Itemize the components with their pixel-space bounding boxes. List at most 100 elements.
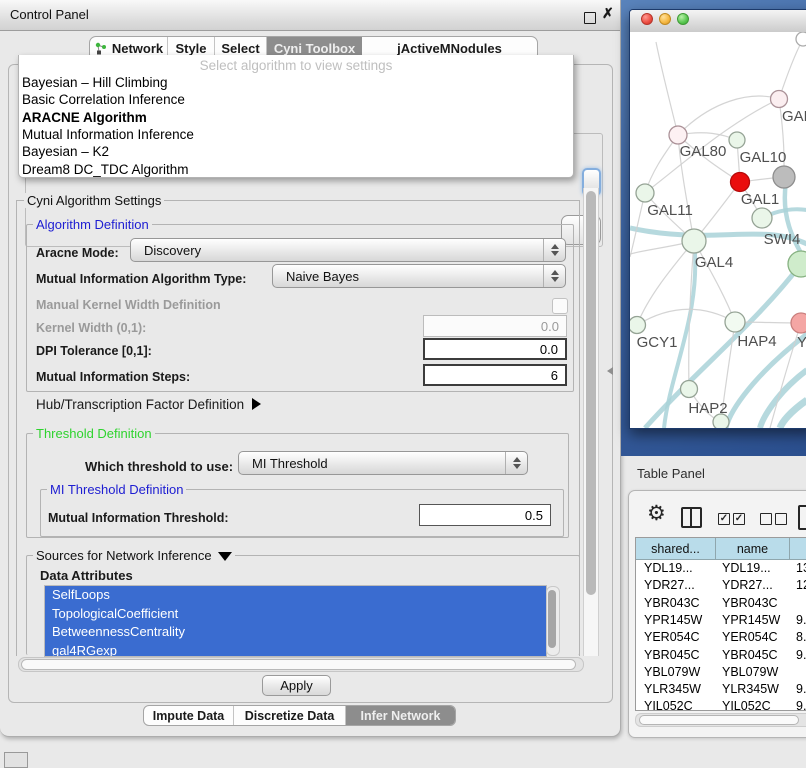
close-icon[interactable]: ✗ <box>602 5 614 22</box>
network-node-y[interactable] <box>791 313 806 333</box>
column-header-name[interactable]: name <box>716 538 790 560</box>
panel-splitter-arrow-icon[interactable] <box>607 367 613 375</box>
mi-type-select[interactable]: Naive Bayes <box>272 264 566 288</box>
network-canvas[interactable]: GALGAL80GAL10GAL1GAL11SWI4GAL4GCY1HAP4YH… <box>630 32 806 428</box>
bottom-tabs: Impute DataDiscretize DataInfer Network <box>143 705 456 726</box>
unchecked-boxes-icon[interactable] <box>760 513 786 525</box>
gear-icon[interactable]: ⚙ <box>647 501 666 526</box>
document-icon[interactable] <box>798 505 806 530</box>
node-label: GAL <box>782 108 806 125</box>
network-node-gal[interactable] <box>771 91 788 108</box>
column-header-shared[interactable]: shared... <box>636 538 716 560</box>
network-node-gal11[interactable] <box>636 184 654 202</box>
tab-discretize-data[interactable]: Discretize Data <box>234 706 346 725</box>
network-node-gal80[interactable] <box>669 126 687 144</box>
algorithm-option[interactable]: Dream8 DC_TDC Algorithm <box>22 161 562 178</box>
table-cell: 12 <box>796 578 806 592</box>
network-window-titlebar[interactable] <box>630 10 806 33</box>
float-window-icon[interactable] <box>584 12 596 24</box>
attribute-list-item[interactable]: gal4RGexp <box>45 642 546 658</box>
settings-horizontal-scrollbar[interactable] <box>18 657 584 672</box>
node-attribute-table[interactable]: shared...name YDL19...YDL19...13YDR27...… <box>635 537 806 711</box>
minimize-traffic-light[interactable] <box>659 13 671 25</box>
dpi-tolerance-field[interactable]: 0.0 <box>423 338 567 360</box>
algorithm-option[interactable]: Bayesian – Hill Climbing <box>22 74 562 91</box>
settings-vertical-scrollbar-thumb[interactable] <box>586 191 596 595</box>
hub-definition-toggle[interactable]: Hub/Transcription Factor Definition <box>36 397 261 412</box>
hub-definition-label: Hub/Transcription Factor Definition <box>36 397 244 412</box>
node-label: GAL11 <box>647 202 693 219</box>
aracne-mode-select[interactable]: Discovery <box>130 238 566 262</box>
which-threshold-select[interactable]: MI Threshold <box>238 451 528 475</box>
kernel-width-field[interactable]: 0.0 <box>423 315 567 337</box>
table-row[interactable]: YBL079WYBL079W <box>636 664 806 681</box>
table-body[interactable]: YDL19...YDL19...13YDR27...YDR27...12YBR0… <box>636 560 806 710</box>
column-header[interactable] <box>790 538 806 560</box>
table-horizontal-scrollbar-thumb[interactable] <box>639 715 799 725</box>
mi-steps-field[interactable]: 6 <box>423 364 567 386</box>
network-node[interactable] <box>796 32 806 46</box>
manual-kernel-checkbox[interactable] <box>552 298 568 314</box>
table-cell: YBR045C <box>722 648 778 662</box>
table-header-row[interactable]: shared...name <box>636 538 806 560</box>
network-node-gal10[interactable] <box>729 132 745 148</box>
network-node[interactable] <box>773 166 795 188</box>
tab-label: Network <box>112 41 163 56</box>
checked-boxes-icon[interactable]: ✓✓ <box>718 513 744 525</box>
sources-title-text: Sources for Network Inference <box>36 548 212 563</box>
network-edge <box>645 135 678 193</box>
stepper-arrows-icon[interactable] <box>505 452 527 474</box>
table-row[interactable]: YDR27...YDR27...12 <box>636 577 806 594</box>
attribute-list-item[interactable]: TopologicalCoefficient <box>45 605 546 624</box>
settings-horizontal-scrollbar-thumb[interactable] <box>21 659 576 670</box>
network-node-swi4[interactable] <box>752 208 772 228</box>
network-node-hap4[interactable] <box>725 312 745 332</box>
table-row[interactable]: YIL052CYIL052C9. <box>636 698 806 710</box>
close-traffic-light[interactable] <box>641 13 653 25</box>
node-label: HAP2 <box>688 400 727 417</box>
mi-type-label: Mutual Information Algorithm Type: <box>36 272 246 286</box>
stepper-arrows-icon[interactable] <box>543 239 565 261</box>
attribute-list-item[interactable]: BetweennessCentrality <box>45 623 546 642</box>
attribute-list-item[interactable]: SelfLoops <box>45 586 546 605</box>
network-node-gal4[interactable] <box>682 229 706 253</box>
table-row[interactable]: YDL19...YDL19...13 <box>636 560 806 577</box>
table-row[interactable]: YBR045CYBR045C9. <box>636 647 806 664</box>
table-horizontal-scrollbar[interactable] <box>635 713 806 727</box>
network-node-hap2[interactable] <box>681 381 698 398</box>
tab-infer-network[interactable]: Infer Network <box>346 706 455 725</box>
table-cell: YLR345W <box>644 682 701 696</box>
control-panel-titlebar[interactable]: Control Panel ✗ <box>0 0 620 31</box>
stepper-arrows-icon[interactable] <box>543 265 565 287</box>
bottom-left-partial-button[interactable] <box>4 752 28 768</box>
threshold-definition-title: Threshold Definition <box>33 426 155 441</box>
attributes-scrollbar-thumb[interactable] <box>548 590 556 648</box>
network-node-gal1[interactable] <box>731 173 750 192</box>
algorithm-dropdown-placeholder: Select algorithm to view settings <box>19 58 573 73</box>
zoom-traffic-light[interactable] <box>677 13 689 25</box>
tab-impute-data[interactable]: Impute Data <box>144 706 234 725</box>
algorithm-definition-title: Algorithm Definition <box>33 217 152 232</box>
algorithm-option[interactable]: Bayesian – K2 <box>22 143 562 160</box>
table-cell: 9. <box>796 613 806 627</box>
sources-group-title[interactable]: Sources for Network Inference <box>33 548 235 563</box>
network-icon <box>94 42 107 55</box>
attributes-scrollbar[interactable] <box>546 586 560 656</box>
table-row[interactable]: YLR345WYLR345W9. <box>636 681 806 698</box>
algorithm-option[interactable]: ARACNE Algorithm <box>22 109 562 126</box>
algorithm-option[interactable]: Basic Correlation Inference <box>22 91 562 108</box>
network-edge <box>637 309 735 325</box>
table-row[interactable]: YPR145WYPR145W9. <box>636 612 806 629</box>
data-attributes-label: Data Attributes <box>40 568 133 583</box>
mi-threshold-field[interactable]: 0.5 <box>419 504 551 526</box>
data-attributes-list[interactable]: SelfLoopsTopologicalCoefficientBetweenne… <box>44 585 547 657</box>
algorithm-option[interactable]: Mutual Information Inference <box>22 126 562 143</box>
network-node-gcy1[interactable] <box>630 317 646 334</box>
column-panes-icon[interactable] <box>681 507 702 528</box>
apply-button[interactable]: Apply <box>262 675 331 696</box>
network-edge <box>779 39 803 99</box>
node-label: GCY1 <box>637 334 678 351</box>
table-row[interactable]: YER054CYER054C8. <box>636 629 806 646</box>
settings-vertical-scrollbar[interactable] <box>583 188 599 656</box>
table-row[interactable]: YBR043CYBR043C <box>636 595 806 612</box>
